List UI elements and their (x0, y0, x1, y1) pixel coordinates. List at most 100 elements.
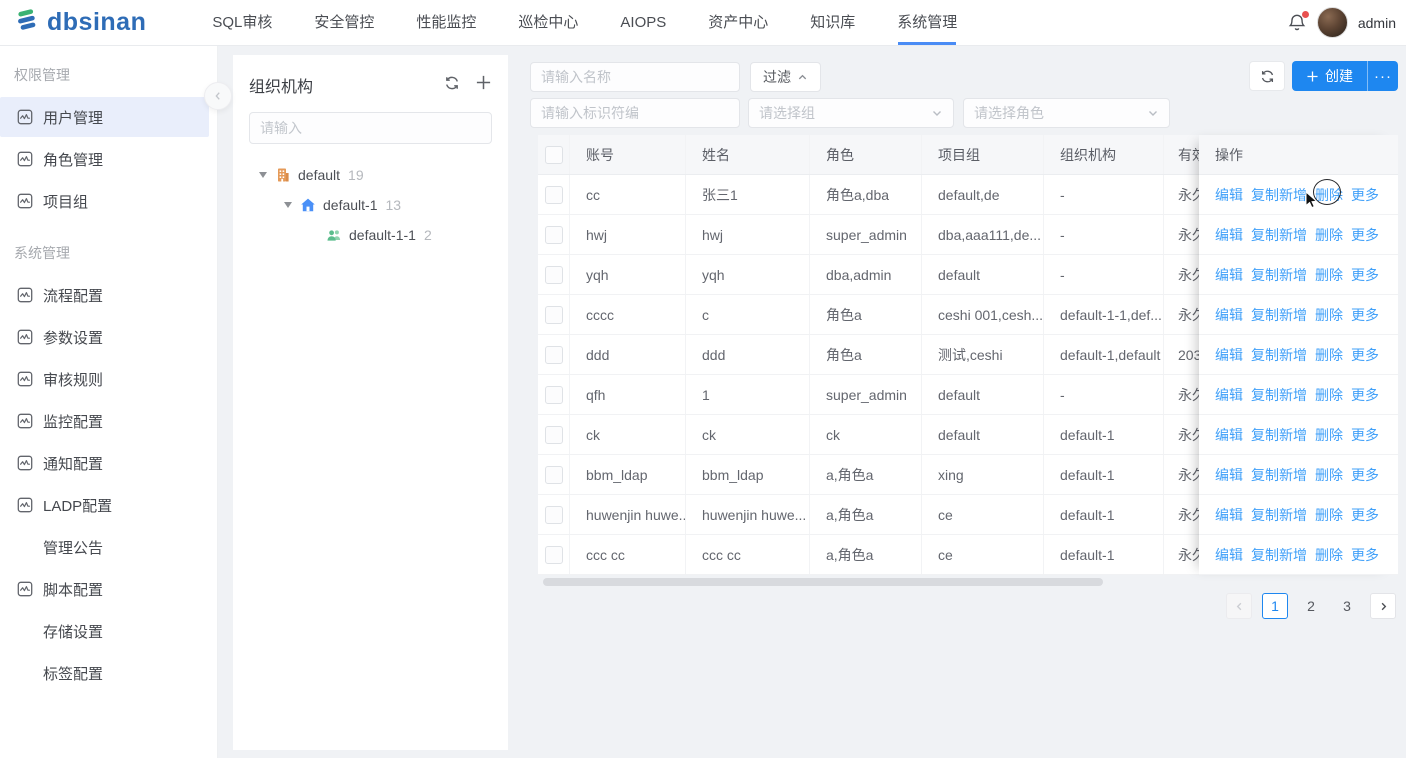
action-link[interactable]: 编辑 (1215, 265, 1243, 285)
action-link[interactable]: 编辑 (1215, 345, 1243, 365)
org-refresh-icon[interactable] (444, 75, 460, 96)
action-link[interactable]: 更多 (1351, 225, 1379, 245)
row-checkbox[interactable] (545, 546, 563, 564)
group-select[interactable]: 请选择组 (748, 98, 954, 128)
nav-item[interactable]: SQL审核 (212, 0, 272, 45)
action-link[interactable]: 复制新增 (1251, 385, 1307, 405)
sidebar-item[interactable]: 标签配置 (0, 653, 209, 693)
action-link[interactable]: 删除 (1315, 465, 1343, 485)
page-number[interactable]: 1 (1262, 593, 1288, 619)
notification-bell-icon[interactable] (1287, 13, 1307, 33)
action-link[interactable]: 编辑 (1215, 545, 1243, 565)
tree-expand-caret[interactable] (284, 202, 292, 208)
action-link[interactable]: 更多 (1351, 385, 1379, 405)
tree-node[interactable]: default19 (249, 160, 492, 190)
row-checkbox[interactable] (545, 506, 563, 524)
nav-item[interactable]: 巡检中心 (518, 0, 578, 45)
row-checkbox[interactable] (545, 306, 563, 324)
action-link[interactable]: 复制新增 (1251, 425, 1307, 445)
action-link[interactable]: 复制新增 (1251, 345, 1307, 365)
action-link[interactable]: 删除 (1315, 345, 1343, 365)
create-button[interactable]: 创建 (1292, 61, 1367, 91)
action-link[interactable]: 复制新增 (1251, 505, 1307, 525)
org-search-field[interactable] (249, 112, 492, 144)
row-checkbox[interactable] (545, 186, 563, 204)
next-page-button[interactable] (1370, 593, 1396, 619)
action-link[interactable]: 复制新增 (1251, 545, 1307, 565)
action-link[interactable]: 编辑 (1215, 465, 1243, 485)
action-link[interactable]: 复制新增 (1251, 465, 1307, 485)
action-link[interactable]: 删除 (1315, 225, 1343, 245)
nav-item[interactable]: 性能监控 (416, 0, 476, 45)
sidebar-item[interactable]: 脚本配置 (0, 569, 209, 609)
role-select[interactable]: 请选择角色 (963, 98, 1170, 128)
action-link[interactable]: 更多 (1351, 545, 1379, 565)
filter-toggle-button[interactable]: 过滤 (750, 62, 821, 92)
nav-item[interactable]: AIOPS (620, 0, 666, 45)
sidebar-item[interactable]: LADP配置 (0, 485, 209, 525)
sidebar-item[interactable]: 流程配置 (0, 275, 209, 315)
action-link[interactable]: 编辑 (1215, 505, 1243, 525)
prev-page-button[interactable] (1226, 593, 1252, 619)
action-link[interactable]: 编辑 (1215, 425, 1243, 445)
select-all-checkbox[interactable] (545, 146, 563, 164)
nav-item[interactable]: 系统管理 (897, 0, 957, 45)
sidebar-collapse-button[interactable] (204, 82, 232, 110)
action-link[interactable]: 复制新增 (1251, 185, 1307, 205)
page-number[interactable]: 2 (1298, 593, 1324, 619)
sidebar-item[interactable]: 监控配置 (0, 401, 209, 441)
action-link[interactable]: 复制新增 (1251, 225, 1307, 245)
action-link[interactable]: 更多 (1351, 185, 1379, 205)
action-link[interactable]: 更多 (1351, 265, 1379, 285)
sidebar-item[interactable]: 存储设置 (0, 611, 209, 651)
table-refresh-button[interactable] (1249, 61, 1285, 91)
action-link[interactable]: 编辑 (1215, 385, 1243, 405)
org-add-icon[interactable] (475, 74, 492, 96)
action-link[interactable]: 更多 (1351, 505, 1379, 525)
action-link[interactable]: 更多 (1351, 345, 1379, 365)
user-name[interactable]: admin (1358, 15, 1396, 31)
identifier-filter-field[interactable] (530, 98, 740, 128)
action-link[interactable]: 删除 (1315, 305, 1343, 325)
name-filter-input[interactable] (531, 69, 739, 85)
row-checkbox[interactable] (545, 226, 563, 244)
action-link[interactable]: 编辑 (1215, 185, 1243, 205)
more-actions-button[interactable]: ··· (1367, 61, 1398, 91)
sidebar-item[interactable]: 用户管理 (0, 97, 209, 137)
action-link[interactable]: 复制新增 (1251, 305, 1307, 325)
nav-item[interactable]: 知识库 (810, 0, 855, 45)
user-avatar[interactable] (1317, 7, 1348, 38)
action-link[interactable]: 更多 (1351, 305, 1379, 325)
tree-node[interactable]: default-1-12 (249, 220, 492, 250)
action-link[interactable]: 编辑 (1215, 305, 1243, 325)
action-link[interactable]: 删除 (1315, 545, 1343, 565)
nav-item[interactable]: 资产中心 (708, 0, 768, 45)
row-checkbox[interactable] (545, 426, 563, 444)
sidebar-item[interactable]: 管理公告 (0, 527, 209, 567)
action-link[interactable]: 删除 (1315, 425, 1343, 445)
page-number[interactable]: 3 (1334, 593, 1360, 619)
action-link[interactable]: 编辑 (1215, 225, 1243, 245)
row-checkbox[interactable] (545, 266, 563, 284)
nav-item[interactable]: 安全管控 (314, 0, 374, 45)
scrollbar-thumb[interactable] (543, 578, 1103, 586)
action-link[interactable]: 更多 (1351, 465, 1379, 485)
tree-expand-caret[interactable] (259, 172, 267, 178)
action-link[interactable]: 复制新增 (1251, 265, 1307, 285)
sidebar-item[interactable]: 通知配置 (0, 443, 209, 483)
sidebar-item[interactable]: 角色管理 (0, 139, 209, 179)
sidebar-item[interactable]: 审核规则 (0, 359, 209, 399)
identifier-filter-input[interactable] (531, 105, 739, 121)
action-link[interactable]: 更多 (1351, 425, 1379, 445)
row-checkbox[interactable] (545, 346, 563, 364)
sidebar-item[interactable]: 项目组 (0, 181, 209, 221)
name-filter-field[interactable] (530, 62, 740, 92)
action-link[interactable]: 删除 (1315, 185, 1343, 205)
org-search-input[interactable] (250, 120, 491, 136)
row-checkbox[interactable] (545, 386, 563, 404)
tree-node[interactable]: default-113 (249, 190, 492, 220)
action-link[interactable]: 删除 (1315, 385, 1343, 405)
app-logo[interactable]: dbsinan (14, 7, 146, 38)
action-link[interactable]: 删除 (1315, 265, 1343, 285)
sidebar-item[interactable]: 参数设置 (0, 317, 209, 357)
